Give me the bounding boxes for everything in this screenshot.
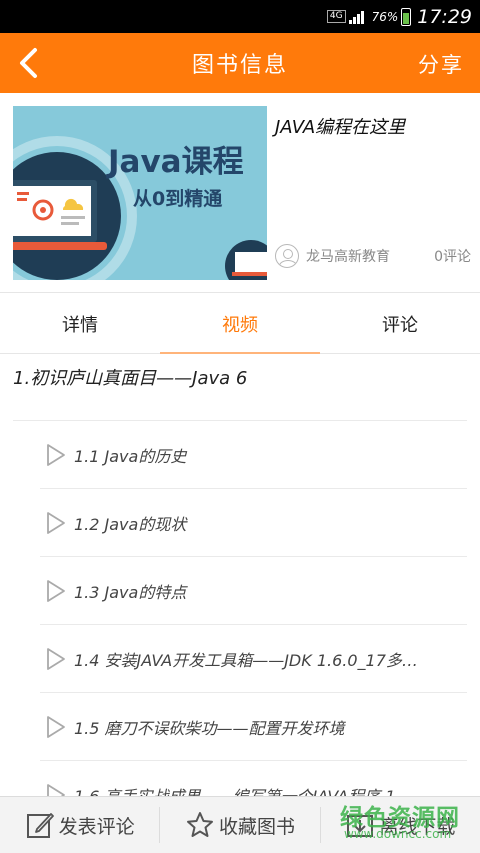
lesson-label: 1.1 Java的历史 bbox=[74, 446, 187, 466]
status-time: 17:29 bbox=[417, 5, 472, 28]
back-button[interactable] bbox=[8, 43, 48, 83]
play-icon bbox=[47, 511, 65, 534]
lesson-item[interactable]: 1.1 Java的历史 bbox=[40, 421, 467, 489]
lesson-label: 1.2 Java的现状 bbox=[74, 514, 187, 534]
lesson-item[interactable]: 1.5 磨刀不误砍柴功——配置开发环境 bbox=[40, 693, 467, 761]
author-row: 龙马高新教育 0评论 bbox=[275, 243, 471, 269]
cover-title: Java课程 bbox=[108, 144, 244, 180]
star-icon bbox=[186, 812, 213, 837]
offline-download-label: 离线下载 bbox=[379, 815, 456, 838]
favorite-book-button[interactable]: 收藏图书 bbox=[160, 797, 319, 853]
book-title: JAVA编程在这里 bbox=[275, 117, 406, 138]
nav-bar: 图书信息 分享 bbox=[0, 33, 480, 93]
tab-details[interactable]: 详情 bbox=[0, 294, 160, 353]
share-button[interactable]: 分享 bbox=[418, 49, 464, 79]
lesson-label: 1.3 Java的特点 bbox=[74, 582, 187, 602]
status-bar: 4G 76% 17:29 bbox=[0, 0, 480, 33]
tab-comments[interactable]: 评论 bbox=[320, 294, 480, 353]
write-comment-label: 发表评论 bbox=[58, 815, 135, 838]
write-comment-button[interactable]: 发表评论 bbox=[0, 797, 159, 853]
offline-download-button[interactable]: 离线下载 bbox=[321, 797, 480, 853]
play-icon bbox=[47, 715, 65, 738]
author-name[interactable]: 龙马高新教育 bbox=[306, 246, 434, 266]
bottom-action-bar: 发表评论 收藏图书 离线下载 bbox=[0, 796, 480, 853]
lesson-item[interactable]: 1.3 Java的特点 bbox=[40, 557, 467, 625]
chevron-left-icon bbox=[20, 48, 37, 78]
battery-icon bbox=[401, 7, 412, 26]
user-icon bbox=[275, 244, 299, 268]
edit-icon bbox=[26, 813, 54, 838]
tab-video[interactable]: 视频 bbox=[160, 294, 320, 354]
network-type: 4G bbox=[326, 10, 346, 23]
chapter-title[interactable]: 1.初识庐山真面目——Java 6 bbox=[13, 364, 247, 390]
favorite-book-label: 收藏图书 bbox=[218, 815, 295, 838]
book-cover[interactable]: Java课程 从0到精通 bbox=[13, 106, 267, 280]
cover-subtitle: 从0到精通 bbox=[133, 188, 223, 210]
battery-percent: 76% bbox=[371, 9, 399, 24]
lesson-item[interactable]: 1.4 安装JAVA开发工具箱——JDK 1.6.0_17多… bbox=[40, 625, 467, 693]
signal-icon bbox=[348, 10, 364, 24]
lesson-label: 1.5 磨刀不误砍柴功——配置开发环境 bbox=[74, 718, 345, 738]
comment-count: 0评论 bbox=[434, 249, 471, 265]
tab-bar: 详情 视频 评论 bbox=[0, 294, 480, 354]
download-icon bbox=[347, 815, 374, 837]
lesson-item[interactable]: 1.2 Java的现状 bbox=[40, 489, 467, 557]
page-title: 图书信息 bbox=[191, 53, 288, 78]
lesson-label: 1.4 安装JAVA开发工具箱——JDK 1.6.0_17多… bbox=[74, 650, 418, 670]
play-icon bbox=[47, 443, 65, 466]
book-info-card: Java课程 从0到精通 JAVA编程在这里 龙马高新教育 0评论 bbox=[0, 93, 480, 293]
play-icon bbox=[47, 579, 65, 602]
play-icon bbox=[47, 647, 65, 670]
